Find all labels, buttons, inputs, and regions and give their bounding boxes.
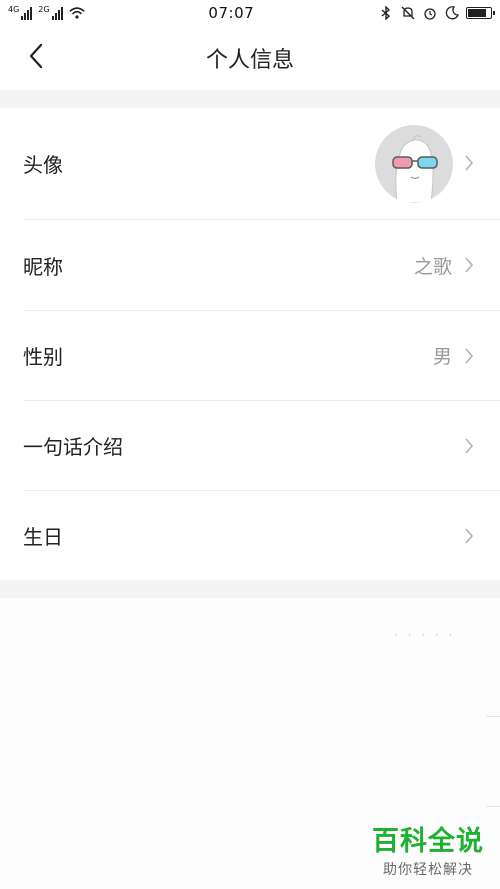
chevron-right-icon bbox=[462, 435, 476, 457]
watermark: 百科全说 助你轻松解决 bbox=[372, 827, 484, 879]
back-button[interactable] bbox=[20, 42, 52, 74]
status-right bbox=[378, 6, 495, 20]
status-time: 07:07 bbox=[208, 4, 255, 22]
divider bbox=[486, 806, 500, 807]
signal-icon: 4G bbox=[8, 5, 33, 20]
watermark-title: 百科全说 bbox=[372, 826, 484, 857]
moon-icon bbox=[444, 6, 460, 20]
wifi-icon bbox=[68, 6, 85, 20]
avatar[interactable] bbox=[375, 125, 453, 203]
nav-bar: 个人信息 bbox=[0, 26, 500, 90]
page-title: 个人信息 bbox=[205, 48, 294, 73]
nickname-row[interactable]: 昵称 之歌 bbox=[0, 220, 500, 310]
bio-label: 一句话介绍 bbox=[23, 435, 123, 459]
battery-level bbox=[467, 9, 486, 17]
bio-row[interactable]: 一句话介绍 bbox=[0, 401, 500, 490]
battery-icon bbox=[465, 7, 495, 19]
nickname-value: 之歌 bbox=[413, 255, 452, 278]
network-type-2: 2G bbox=[38, 5, 50, 14]
faint-dots: · · · · · bbox=[394, 628, 456, 642]
nickname-label: 昵称 bbox=[23, 254, 63, 279]
alarm-icon bbox=[422, 6, 438, 20]
gender-label: 性别 bbox=[23, 345, 63, 369]
birthday-label: 生日 bbox=[23, 525, 63, 549]
gender-value: 男 bbox=[432, 346, 452, 368]
mute-bell-icon bbox=[400, 6, 416, 20]
watermark-subtitle: 助你轻松解决 bbox=[383, 862, 473, 878]
signal-icon: 2G bbox=[38, 5, 63, 20]
chevron-right-icon bbox=[462, 345, 476, 367]
avatar-label: 头像 bbox=[23, 153, 63, 177]
avatar-row[interactable]: 头像 bbox=[0, 108, 500, 219]
profile-list: 头像 昵称 之歌 性别 男 一句话介绍 生日 bbox=[0, 108, 500, 580]
chevron-right-icon bbox=[462, 254, 476, 276]
birthday-row[interactable]: 生日 bbox=[0, 491, 500, 580]
chevron-left-icon bbox=[29, 43, 43, 72]
status-bar: 4G 2G 07:07 bbox=[0, 0, 500, 26]
chevron-right-icon bbox=[462, 152, 476, 174]
network-type-1: 4G bbox=[8, 5, 20, 14]
gender-row[interactable]: 性别 男 bbox=[0, 311, 500, 400]
bluetooth-icon bbox=[378, 6, 394, 20]
divider bbox=[486, 716, 500, 717]
chevron-right-icon bbox=[462, 525, 476, 547]
status-left: 4G 2G bbox=[8, 6, 85, 20]
